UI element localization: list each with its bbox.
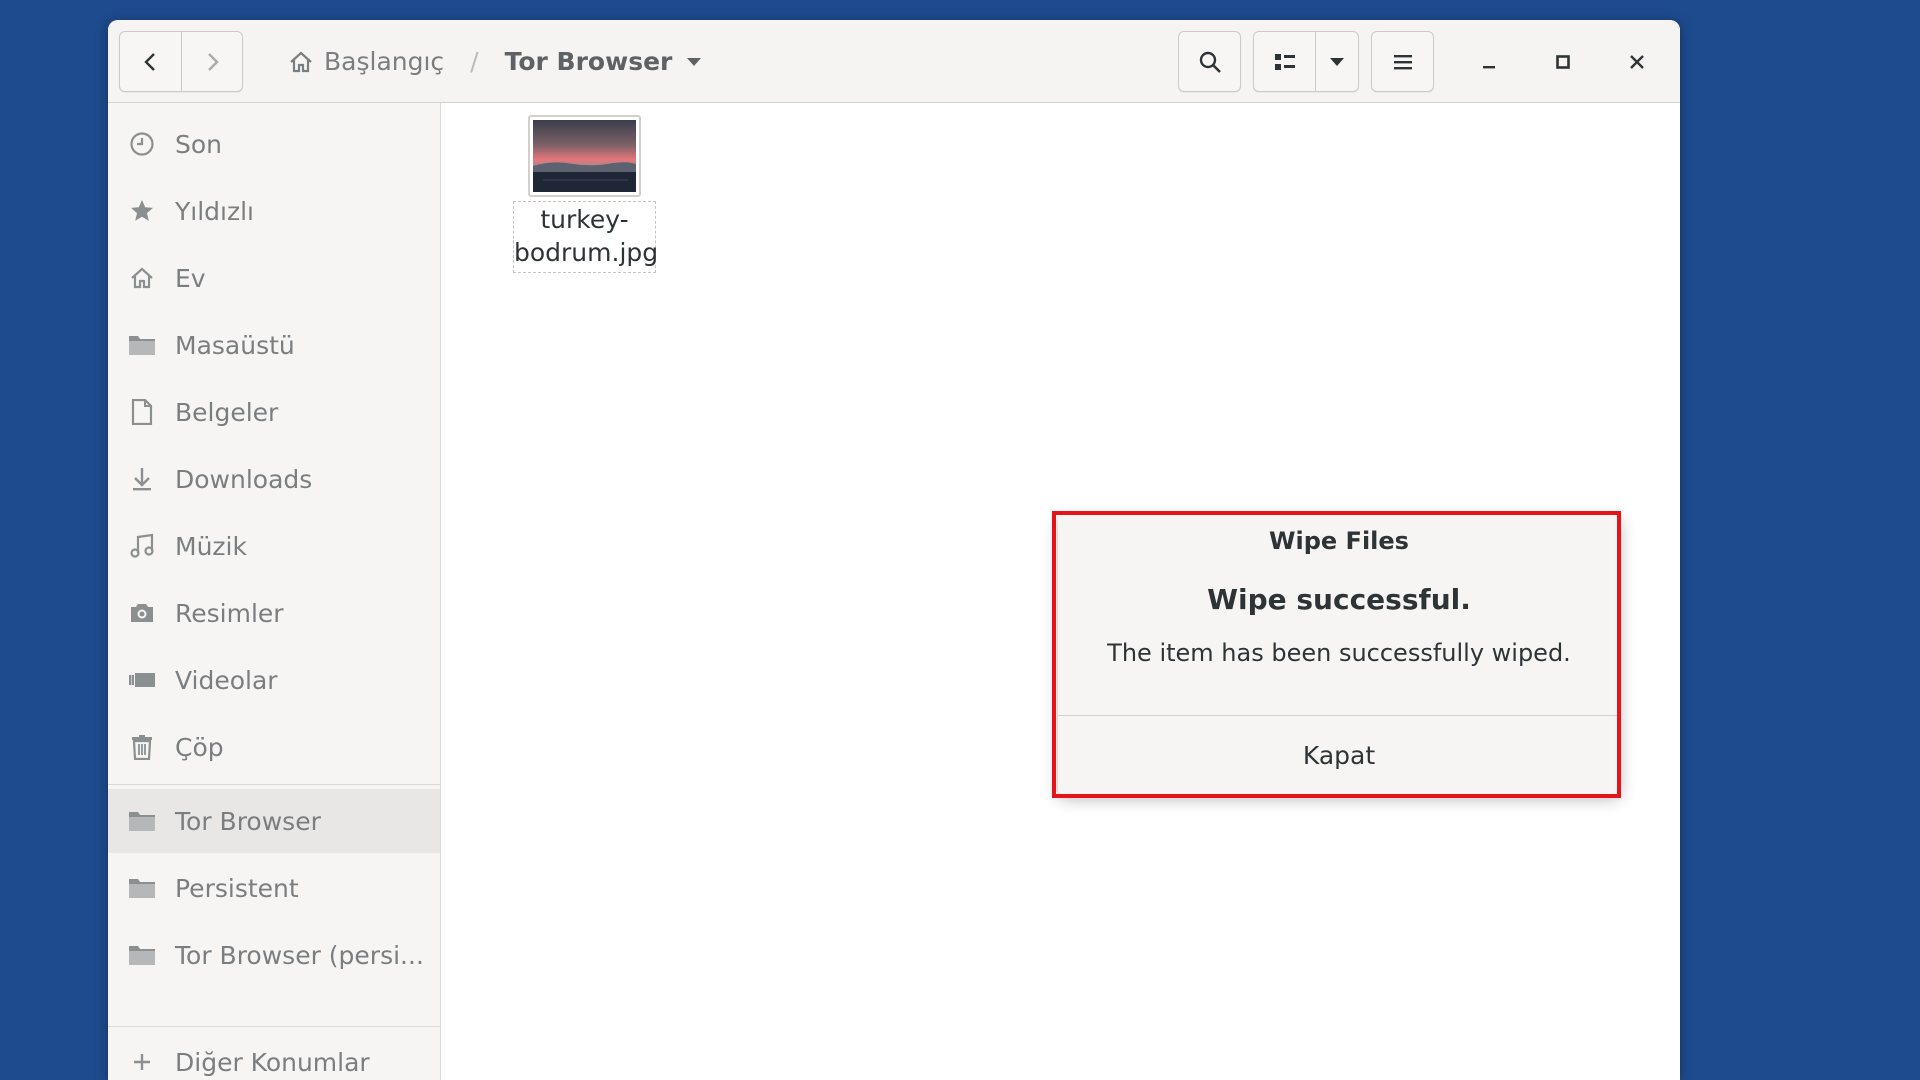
sidebar-item-persistent[interactable]: Persistent [108, 856, 440, 920]
view-options-button[interactable] [1315, 32, 1358, 91]
sidebar-item-recent[interactable]: Son [108, 112, 440, 176]
list-view-icon [1274, 53, 1295, 70]
close-button[interactable] [1606, 31, 1667, 92]
breadcrumb-current[interactable]: Tor Browser [493, 47, 715, 76]
sidebar-item-pictures[interactable]: Resimler [108, 581, 440, 645]
close-icon [1629, 54, 1644, 69]
sidebar-item-desktop[interactable]: Masaüstü [108, 313, 440, 377]
sidebar-item-videos[interactable]: Videolar [108, 648, 440, 712]
view-buttons [1253, 31, 1359, 92]
breadcrumb-separator: / [470, 47, 479, 76]
image-thumbnail [528, 115, 641, 197]
menu-button-group [1371, 31, 1434, 92]
maximize-button[interactable] [1532, 31, 1593, 92]
sidebar-item-label: Yıldızlı [175, 196, 254, 226]
document-icon [128, 398, 156, 426]
search-button-group [1178, 31, 1241, 92]
menu-button[interactable] [1372, 32, 1433, 91]
header-bar: Başlangıç / Tor Browser [108, 20, 1680, 103]
sidebar-item-label: Persistent [175, 873, 299, 903]
clock-icon [128, 130, 156, 158]
sidebar-item-starred[interactable]: Yıldızlı [108, 179, 440, 243]
dialog-message: The item has been successfully wiped. [1107, 639, 1571, 667]
sidebar-item-label: Çöp [175, 732, 224, 762]
maximize-icon [1555, 54, 1570, 69]
list-view-button[interactable] [1254, 32, 1315, 91]
home-icon [128, 264, 156, 292]
sidebar-item-label: Downloads [175, 464, 313, 494]
hamburger-menu-icon [1393, 54, 1412, 69]
sidebar-item-label: Resimler [175, 598, 284, 628]
breadcrumb-home[interactable]: Başlangıç [276, 47, 456, 76]
file-name-line: turkey- [540, 205, 629, 234]
minimize-button[interactable] [1458, 31, 1519, 92]
minimize-icon [1482, 65, 1495, 68]
sidebar-item-label: Tor Browser (persi... [175, 940, 424, 970]
sidebar: Son Yıldızlı Ev Masaüstü Belgeler Downlo… [108, 103, 441, 1080]
dialog-heading: Wipe successful. [1207, 583, 1471, 616]
video-icon [128, 666, 156, 694]
download-icon [128, 465, 156, 493]
folder-icon [128, 331, 156, 359]
sidebar-item-tor-browser-persistent[interactable]: Tor Browser (persi... [108, 923, 440, 987]
sidebar-item-other-locations[interactable]: Diğer Konumlar [108, 1030, 440, 1080]
sidebar-item-label: Ev [175, 263, 206, 293]
trash-icon [128, 733, 156, 761]
sidebar-divider [108, 784, 440, 785]
sidebar-item-home[interactable]: Ev [108, 246, 440, 310]
breadcrumb: Başlangıç / Tor Browser [276, 31, 714, 92]
close-dialog-button[interactable]: Kapat [1058, 716, 1620, 795]
star-icon [128, 197, 156, 225]
wipe-files-dialog: Wipe Files Wipe successful. The item has… [1058, 515, 1620, 795]
search-icon [1199, 51, 1221, 73]
home-icon [290, 51, 312, 72]
chevron-down-icon [687, 57, 702, 66]
breadcrumb-current-label: Tor Browser [504, 47, 673, 76]
sidebar-item-label: Tor Browser [175, 806, 321, 836]
chevron-right-icon [208, 52, 219, 71]
file-view: turkey- bodrum.jpg Wipe Files Wipe succe… [441, 103, 1680, 1080]
sidebar-item-label: Belgeler [175, 397, 279, 427]
file-name: turkey- bodrum.jpg [513, 201, 659, 273]
folder-icon [128, 807, 156, 835]
sidebar-item-trash[interactable]: Çöp [108, 715, 440, 779]
sidebar-item-label: Diğer Konumlar [175, 1047, 370, 1077]
camera-icon [128, 599, 156, 627]
chevron-left-icon [143, 52, 155, 71]
sidebar-item-label: Videolar [175, 665, 278, 695]
back-button[interactable] [120, 32, 181, 91]
breadcrumb-home-label: Başlangıç [324, 47, 445, 76]
sidebar-item-tor-browser[interactable]: Tor Browser [108, 789, 440, 853]
dialog-title: Wipe Files [1269, 527, 1409, 555]
sidebar-item-downloads[interactable]: Downloads [108, 447, 440, 511]
sidebar-item-label: Müzik [175, 531, 247, 561]
sidebar-item-documents[interactable]: Belgeler [108, 380, 440, 444]
folder-icon [128, 941, 156, 969]
file-name-line: bodrum.jpg [514, 238, 659, 267]
chevron-down-icon [1330, 57, 1344, 66]
music-icon [128, 532, 156, 560]
file-item[interactable]: turkey- bodrum.jpg [513, 115, 659, 273]
search-button[interactable] [1179, 32, 1240, 91]
folder-icon [128, 874, 156, 902]
sidebar-divider [108, 1026, 440, 1027]
forward-button[interactable] [181, 32, 242, 91]
plus-icon [128, 1048, 156, 1076]
sidebar-item-label: Masaüstü [175, 330, 295, 360]
sidebar-item-label: Son [175, 129, 223, 159]
file-manager-window: Başlangıç / Tor Browser Son Yıldızlı Ev … [108, 20, 1680, 1080]
navigation-buttons [119, 31, 243, 92]
sidebar-item-music[interactable]: Müzik [108, 514, 440, 578]
